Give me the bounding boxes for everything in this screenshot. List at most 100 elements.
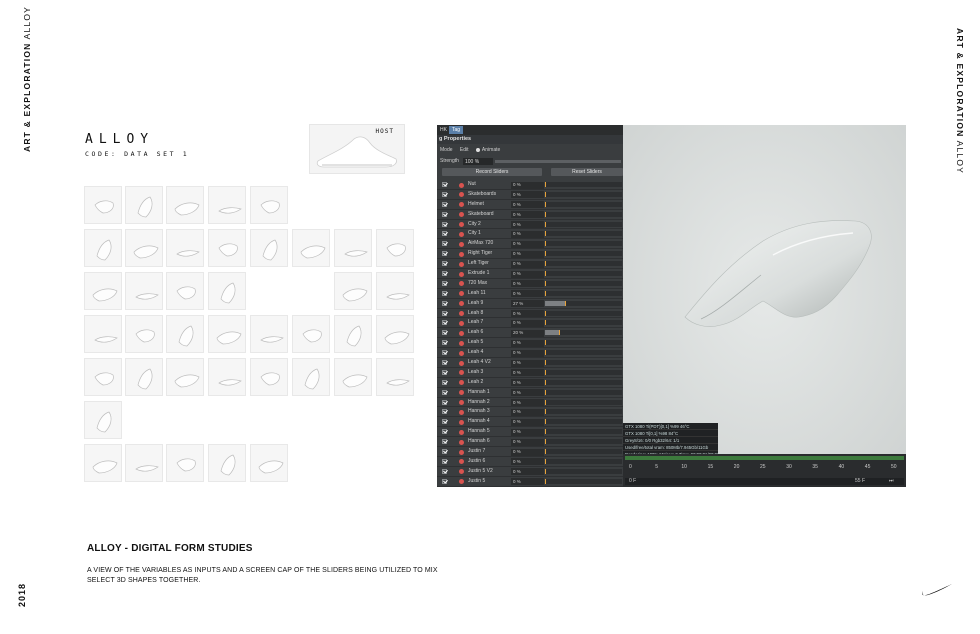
slider-value-input[interactable]: 0 % xyxy=(511,221,544,229)
record-dot-icon[interactable] xyxy=(459,479,464,485)
enable-checkbox[interactable] xyxy=(442,231,447,237)
slider-track[interactable] xyxy=(545,350,622,356)
strength-slider[interactable] xyxy=(495,160,621,163)
enable-checkbox[interactable] xyxy=(442,290,447,296)
strength-input[interactable]: 100 % xyxy=(463,158,493,165)
record-dot-icon[interactable] xyxy=(459,241,464,247)
record-dot-icon[interactable] xyxy=(459,330,464,336)
slider-value-input[interactable]: 0 % xyxy=(511,290,544,298)
record-sliders-button[interactable]: Record Sliders xyxy=(442,168,542,176)
slider-value-input[interactable]: 0 % xyxy=(511,359,544,367)
enable-checkbox[interactable] xyxy=(442,478,447,484)
timeline-range-bar[interactable] xyxy=(625,456,904,460)
frame-end-field[interactable]: 55 F xyxy=(855,478,865,484)
slider-value-input[interactable]: 0 % xyxy=(511,191,544,199)
slider-track[interactable] xyxy=(545,211,622,217)
slider-track[interactable] xyxy=(545,261,622,267)
slider-track[interactable] xyxy=(545,251,622,257)
record-dot-icon[interactable] xyxy=(459,439,464,445)
slider-value-input[interactable]: 0 % xyxy=(511,211,544,219)
mode-animate-option[interactable]: Animate xyxy=(482,147,500,153)
slider-track[interactable] xyxy=(545,389,622,395)
record-dot-icon[interactable] xyxy=(459,192,464,198)
tab-tag[interactable]: Tag xyxy=(449,126,464,134)
record-dot-icon[interactable] xyxy=(459,390,464,396)
slider-value-input[interactable]: 0 % xyxy=(511,408,544,416)
enable-checkbox[interactable] xyxy=(442,251,447,257)
enable-checkbox[interactable] xyxy=(442,399,447,405)
enable-checkbox[interactable] xyxy=(442,360,447,366)
record-dot-icon[interactable] xyxy=(459,202,464,208)
enable-checkbox[interactable] xyxy=(442,409,447,415)
slider-value-input[interactable]: 0 % xyxy=(511,181,544,189)
enable-checkbox[interactable] xyxy=(442,350,447,356)
slider-track[interactable] xyxy=(545,290,622,296)
enable-checkbox[interactable] xyxy=(442,369,447,375)
slider-track[interactable] xyxy=(545,191,622,197)
enable-checkbox[interactable] xyxy=(442,280,447,286)
slider-track[interactable] xyxy=(545,221,622,227)
slider-track[interactable] xyxy=(545,182,622,187)
slider-value-input[interactable]: 0 % xyxy=(511,389,544,397)
enable-checkbox[interactable] xyxy=(442,310,447,316)
record-dot-icon[interactable] xyxy=(459,212,464,218)
enable-checkbox[interactable] xyxy=(442,191,447,197)
record-dot-icon[interactable] xyxy=(459,271,464,277)
slider-value-input[interactable]: 0 % xyxy=(511,428,544,436)
slider-value-input[interactable]: 0 % xyxy=(511,201,544,209)
reset-sliders-button[interactable]: Reset Sliders xyxy=(551,168,623,176)
enable-checkbox[interactable] xyxy=(442,182,447,187)
slider-value-input[interactable]: 0 % xyxy=(511,280,544,288)
slider-value-input[interactable]: 0 % xyxy=(511,270,544,278)
slider-value-input[interactable]: 0 % xyxy=(511,260,544,268)
record-dot-icon[interactable] xyxy=(459,449,464,455)
record-dot-icon[interactable] xyxy=(459,182,464,188)
slider-track[interactable] xyxy=(545,399,622,405)
slider-value-input[interactable]: 27 % xyxy=(511,300,544,308)
slider-track[interactable] xyxy=(545,320,622,326)
slider-track[interactable] xyxy=(545,419,622,425)
enable-checkbox[interactable] xyxy=(442,320,447,326)
slider-track[interactable] xyxy=(545,429,622,435)
slider-value-input[interactable]: 0 % xyxy=(511,458,544,466)
slider-value-input[interactable]: 0 % xyxy=(511,478,544,486)
enable-checkbox[interactable] xyxy=(442,330,447,336)
slider-value-input[interactable]: 0 % xyxy=(511,379,544,387)
enable-checkbox[interactable] xyxy=(442,271,447,277)
record-dot-icon[interactable] xyxy=(459,409,464,415)
tab-hk[interactable]: HK xyxy=(437,126,450,134)
record-dot-icon[interactable] xyxy=(459,291,464,297)
slider-track[interactable] xyxy=(545,369,622,375)
slider-track[interactable] xyxy=(545,478,622,484)
slider-track[interactable] xyxy=(545,360,622,366)
record-dot-icon[interactable] xyxy=(459,251,464,257)
slider-track[interactable] xyxy=(545,330,622,336)
slider-track[interactable] xyxy=(545,439,622,445)
slider-value-input[interactable]: 0 % xyxy=(511,349,544,357)
radio-icon[interactable] xyxy=(475,147,480,152)
slider-track[interactable] xyxy=(545,271,622,277)
enable-checkbox[interactable] xyxy=(442,241,447,247)
slider-value-input[interactable]: 0 % xyxy=(511,438,544,446)
slider-value-input[interactable]: 0 % xyxy=(511,448,544,456)
enable-checkbox[interactable] xyxy=(442,429,447,435)
slider-track[interactable] xyxy=(545,449,622,455)
record-dot-icon[interactable] xyxy=(459,380,464,386)
slider-value-input[interactable]: 0 % xyxy=(511,399,544,407)
goto-end-icon[interactable]: ⏭ xyxy=(889,478,894,484)
enable-checkbox[interactable] xyxy=(442,468,447,474)
enable-checkbox[interactable] xyxy=(442,340,447,346)
enable-checkbox[interactable] xyxy=(442,458,447,464)
slider-value-input[interactable]: 0 % xyxy=(511,250,544,258)
slider-track[interactable] xyxy=(545,379,622,385)
record-dot-icon[interactable] xyxy=(459,301,464,307)
slider-value-input[interactable]: 0 % xyxy=(511,240,544,248)
enable-checkbox[interactable] xyxy=(442,449,447,455)
slider-track[interactable] xyxy=(545,201,622,207)
enable-checkbox[interactable] xyxy=(442,379,447,385)
slider-track[interactable] xyxy=(545,409,622,415)
enable-checkbox[interactable] xyxy=(442,201,447,207)
record-dot-icon[interactable] xyxy=(459,261,464,267)
enable-checkbox[interactable] xyxy=(442,419,447,425)
slider-track[interactable] xyxy=(545,340,622,346)
